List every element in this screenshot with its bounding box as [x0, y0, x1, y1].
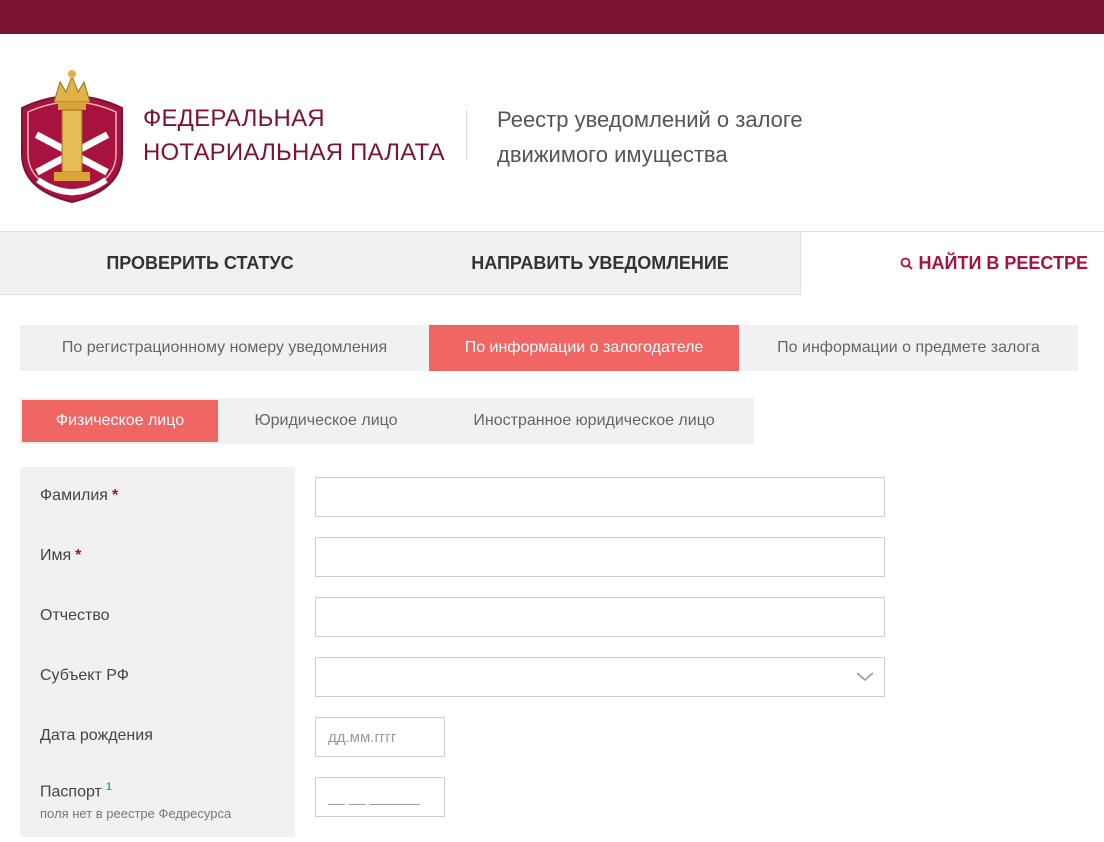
- label-text: Фамилия: [40, 487, 108, 504]
- search-by-pledgor-info[interactable]: По информации о залогодателе: [429, 325, 739, 371]
- org-name-line2: НОТАРИАЛЬНАЯ ПАЛАТА: [143, 139, 445, 166]
- required-mark: *: [75, 547, 82, 564]
- org-name-line1: ФЕДЕРАЛЬНАЯ: [143, 105, 325, 132]
- person-type-legal-entity[interactable]: Юридическое лицо: [218, 398, 434, 444]
- patronymic-label: Отчество: [40, 607, 110, 625]
- option-label: Физическое лицо: [55, 412, 185, 429]
- label-text: Дата рождения: [40, 727, 153, 744]
- label-text: Субъект РФ: [40, 667, 129, 684]
- tab-label: НАПРАВИТЬ УВЕДОМЛЕНИЕ: [471, 252, 729, 273]
- birth-date-label: Дата рождения: [40, 727, 153, 745]
- option-label: По информации о залогодателе: [464, 339, 704, 356]
- notary-crest-icon[interactable]: [18, 62, 126, 204]
- option-label: По информации о предмете залога: [777, 339, 1040, 356]
- person-type-individual[interactable]: Физическое лицо: [22, 400, 218, 442]
- option-label: Юридическое лицо: [254, 412, 398, 429]
- main-nav: ПРОВЕРИТЬ СТАТУС НАПРАВИТЬ УВЕДОМЛЕНИЕ Н…: [0, 231, 1104, 295]
- top-bar: [0, 0, 1104, 34]
- person-type-switch: Физическое лицо Юридическое лицо Иностра…: [20, 398, 754, 444]
- site-header: ФЕДЕРАЛЬНАЯ НОТАРИАЛЬНАЯ ПАЛАТА Реестр у…: [0, 34, 1104, 231]
- search-mode-switch: По регистрационному номеру уведомления П…: [20, 325, 1078, 371]
- label-text: Отчество: [40, 607, 110, 624]
- region-label: Субъект РФ: [40, 667, 129, 685]
- footnote-mark[interactable]: 1: [106, 781, 112, 793]
- search-by-registration-number[interactable]: По регистрационному номеру уведомления: [20, 325, 429, 371]
- region-select[interactable]: [315, 657, 885, 697]
- tab-label: ПРОВЕРИТЬ СТАТУС: [106, 252, 294, 273]
- surname-input[interactable]: [315, 477, 885, 517]
- form-labels-panel: Фамилия * Имя * Отчество Субъект РФ Дата р…: [20, 467, 295, 837]
- label-text: Имя: [40, 547, 72, 564]
- registry-title-line2: движимого имущества: [497, 142, 728, 167]
- option-label: По регистрационному номеру уведомления: [61, 339, 388, 356]
- passport-note: поля нет в реестре Федресурса: [40, 806, 232, 821]
- passport-label: Паспорт 1: [40, 781, 112, 801]
- birth-date-input[interactable]: [315, 717, 445, 757]
- required-mark: *: [111, 487, 119, 504]
- option-label: Иностранное юридическое лицо: [473, 412, 715, 429]
- tab-find-in-registry[interactable]: НАЙТИ В РЕЕСТРЕ: [800, 231, 1104, 295]
- search-by-pledge-subject[interactable]: По информации о предмете залога: [739, 325, 1078, 371]
- header-divider: [466, 110, 467, 160]
- tab-label: НАЙТИ В РЕЕСТРЕ: [918, 253, 1088, 273]
- tab-send-notification[interactable]: НАПРАВИТЬ УВЕДОМЛЕНИЕ: [400, 231, 800, 295]
- org-name: ФЕДЕРАЛЬНАЯ НОТАРИАЛЬНАЯ ПАЛАТА: [143, 102, 445, 170]
- search-icon: [900, 257, 913, 270]
- passport-input[interactable]: [315, 777, 445, 817]
- patronymic-input[interactable]: [315, 597, 885, 637]
- registry-title-line1: Реестр уведомлений о залоге: [497, 107, 803, 132]
- label-text: Паспорт: [40, 783, 102, 801]
- surname-label: Фамилия *: [40, 487, 118, 505]
- registry-title: Реестр уведомлений о залоге движимого им…: [497, 102, 803, 172]
- first-name-input[interactable]: [315, 537, 885, 577]
- first-name-label: Имя *: [40, 547, 81, 565]
- chevron-down-icon: [856, 669, 874, 686]
- tab-check-status[interactable]: ПРОВЕРИТЬ СТАТУС: [0, 231, 400, 295]
- person-type-foreign-legal-entity[interactable]: Иностранное юридическое лицо: [434, 398, 754, 444]
